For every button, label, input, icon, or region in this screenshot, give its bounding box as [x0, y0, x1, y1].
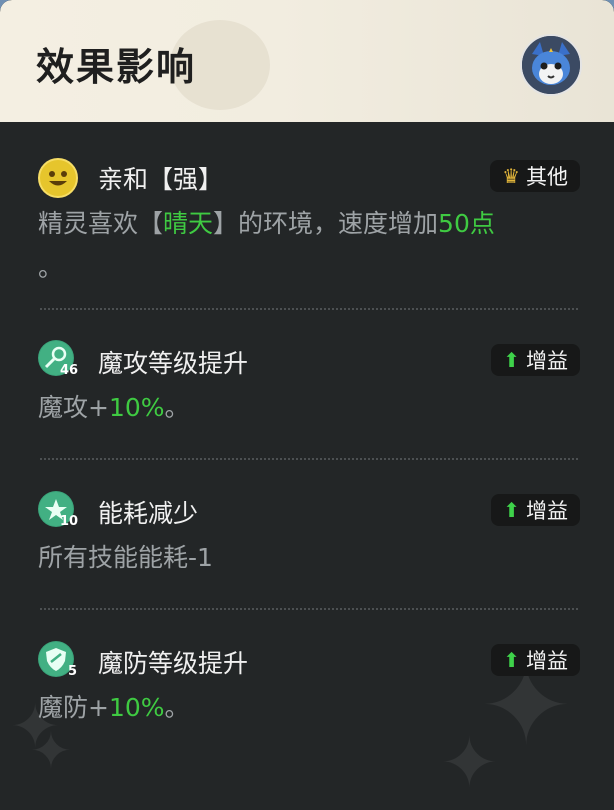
tag-label: 增益 — [526, 499, 568, 523]
level-badge: 46 — [60, 363, 79, 378]
up-arrow-icon: ⬆ — [503, 648, 520, 672]
effect-name: 魔防等级提升 — [98, 649, 249, 678]
sparkle-icon: ✦ — [440, 722, 499, 804]
level-badge: 10 — [60, 514, 79, 529]
sparkle-icon: ✦ — [30, 722, 72, 780]
tag-label: 增益 — [526, 649, 568, 673]
effect-list: ✦ ✦ ✦ ✦ 亲和【强】 ♛ 其他 精灵喜欢【晴天】的环境，速度增加50点。 — [0, 122, 614, 810]
level-badge: 5 — [68, 664, 78, 679]
effect-tag: ⬆ 增益 — [491, 494, 580, 526]
effect-description: 所有技能能耗-1 — [38, 543, 213, 572]
desc-text: 魔防+ — [38, 693, 109, 722]
effect-tag: ♛ 其他 — [490, 160, 580, 192]
page-title: 效果影响 — [36, 45, 197, 89]
effect-name: 能耗减少 — [98, 499, 199, 528]
up-arrow-icon: ⬆ — [503, 348, 520, 372]
effect-description: 魔攻+10%。 — [38, 386, 580, 430]
desc-value: 10% — [108, 693, 165, 722]
panel-header: 效果影响 — [0, 0, 614, 122]
desc-highlight: 晴天 — [163, 209, 214, 238]
effect-description: 精灵喜欢【晴天】的环境，速度增加50点。 — [38, 202, 580, 290]
desc-value: 10% — [108, 393, 165, 422]
effect-tag: ⬆ 增益 — [491, 644, 580, 676]
desc-text: 。 — [164, 693, 190, 722]
desc-text: 。 — [164, 393, 190, 422]
effect-tag: ⬆ 增益 — [491, 344, 580, 376]
divider — [40, 608, 578, 610]
smile-face-icon — [38, 158, 78, 198]
tag-label: 增益 — [526, 349, 568, 373]
effect-name: 亲和【强】 — [98, 165, 224, 194]
cat-avatar-icon — [522, 36, 580, 94]
effect-description: 魔防+10%。 — [38, 686, 580, 730]
divider — [40, 458, 578, 460]
desc-text: 精灵喜欢【 — [38, 209, 164, 238]
desc-text: 魔攻+ — [38, 393, 109, 422]
desc-text: 】的环境，速度增加 — [213, 209, 439, 238]
tag-label: 其他 — [526, 165, 568, 189]
pet-avatar[interactable] — [520, 34, 582, 96]
effect-name: 魔攻等级提升 — [98, 349, 249, 378]
up-arrow-icon: ⬆ — [503, 498, 520, 522]
desc-value: 50点 — [438, 209, 495, 238]
effect-panel: 效果影响 ✦ ✦ ✦ ✦ 亲和【强】 ♛ 其他 精灵喜欢【晴天】的环境，速度增加… — [0, 0, 614, 810]
divider — [40, 308, 578, 310]
crown-icon: ♛ — [502, 164, 520, 188]
desc-text: 。 — [38, 253, 64, 282]
